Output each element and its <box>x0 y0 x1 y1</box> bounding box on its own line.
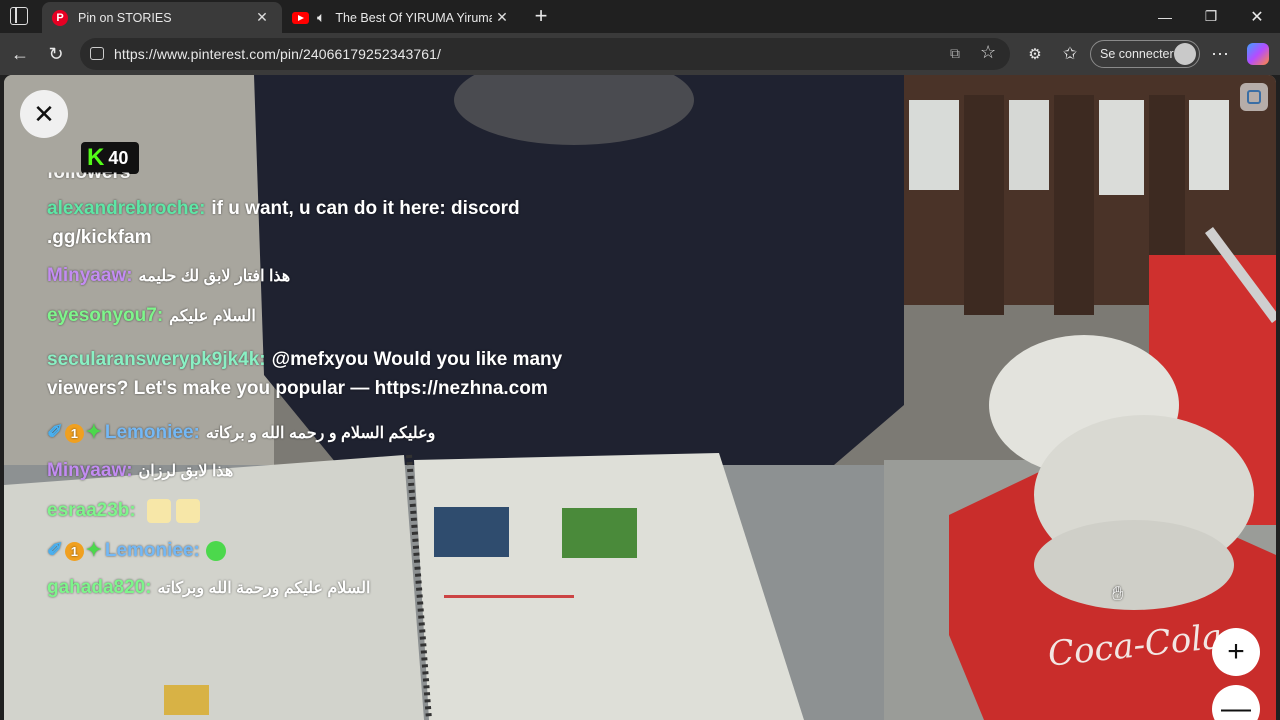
tab-title: Pin on STORIES <box>78 10 172 25</box>
gem-badge-icon: ✦ <box>85 540 102 561</box>
chat-username: esraa23b: <box>47 500 136 522</box>
close-tab-icon[interactable]: ✕ <box>492 9 512 26</box>
emote-icon <box>147 499 172 523</box>
tab-strip: P Pin on STORIES ✕ 🔈︎ The Best Of YIRUMA… <box>0 0 1280 33</box>
tab-pinterest[interactable]: P Pin on STORIES ✕ <box>42 2 282 33</box>
chat-text: viewers? Let's make you popular — https:… <box>47 378 548 399</box>
visual-search-button[interactable] <box>1240 83 1268 111</box>
hand-cursor-icon: ✋︎ <box>1112 583 1124 605</box>
chat-message: gahada820: السلام عليكم ورحمة الله وبركات… <box>47 577 370 599</box>
favorite-star-icon[interactable]: ☆ <box>980 42 996 63</box>
close-window-button[interactable]: ✕ <box>1234 0 1280 33</box>
copilot-icon[interactable] <box>1247 43 1269 65</box>
chat-message-continued: viewers? Let's make you popular — https:… <box>47 378 548 400</box>
youtube-icon <box>292 11 309 24</box>
favorites-icon[interactable]: ✩ <box>1055 39 1085 69</box>
zoom-in-button[interactable]: + <box>1212 628 1260 676</box>
new-tab-button[interactable]: + <box>530 3 552 28</box>
chat-username: secularanswerypk9jk4k: <box>47 349 266 370</box>
plus-icon: + <box>1227 635 1245 668</box>
chat-message: esraa23b: <box>47 499 201 523</box>
chat-username: Lemoniee: <box>104 540 200 561</box>
chat-username: Minyaaw: <box>47 460 133 481</box>
sign-in-button[interactable]: Se connecter <box>1090 40 1200 68</box>
chat-message: eyesonyou7: السلام عليكم <box>47 305 256 327</box>
chat-message: followers <box>47 162 130 184</box>
chat-message: alexandrebroche: if u want, u can do it h… <box>47 198 520 220</box>
chat-text: if u want, u can do it here: discord <box>211 198 520 219</box>
chat-text: .gg/kickfam <box>47 227 152 248</box>
back-button[interactable]: ← <box>5 39 35 69</box>
sword-badge-icon: ✐ <box>47 540 63 561</box>
sword-badge-icon: ✐ <box>47 422 63 443</box>
toolbar: ← ↻ https://www.pinterest.com/pin/240661… <box>0 33 1280 75</box>
chat-message: ✐ 1 ✦ Lemoniee: <box>47 539 226 562</box>
chat-username: alexandrebroche: <box>47 198 206 219</box>
chat-username: Lemoniee: <box>104 422 200 443</box>
extensions-icon[interactable]: ⚙ <box>1020 39 1050 69</box>
chat-text: السلام عليكم ورحمة الله وبركاته <box>157 580 371 597</box>
rank-badge-icon: 1 <box>64 542 84 561</box>
chat-username: gahada820: <box>47 577 152 598</box>
gem-badge-icon: ✦ <box>85 422 102 443</box>
more-menu-icon[interactable]: ⋯ <box>1205 39 1235 69</box>
chat-text: وعليكم السلام و رحمه الله و بركاته <box>205 425 436 442</box>
speaker-icon[interactable]: 🔈︎ <box>317 9 325 26</box>
chat-message-continued: .gg/kickfam <box>47 227 152 249</box>
url-text: https://www.pinterest.com/pin/2406617925… <box>114 46 442 62</box>
close-icon: ✕ <box>33 98 55 129</box>
chat-username: Minyaaw: <box>47 265 133 286</box>
profile-avatar-icon <box>1174 43 1196 65</box>
pin-viewer: Coca-Cola ✕ K 40 followers alexandrebroc… <box>4 75 1276 720</box>
chat-username: eyesonyou7: <box>47 305 164 326</box>
smile-emote-icon <box>205 540 226 561</box>
close-tab-icon[interactable]: ✕ <box>252 9 272 26</box>
tab-title: The Best Of YIRUMA Yiruma' <box>335 10 492 25</box>
sign-in-label: Se connecter <box>1100 47 1174 61</box>
chat-message: Minyaaw: هذا لابق لرزان <box>47 460 233 482</box>
chat-message: Minyaaw: هذا افتار لابق لك حليمه <box>47 265 290 287</box>
pinterest-icon: P <box>52 9 68 26</box>
tab-actions-icon[interactable] <box>10 7 28 25</box>
open-in-app-icon[interactable]: ⧉ <box>950 45 960 62</box>
minus-icon: — <box>1221 692 1251 720</box>
close-pin-button[interactable]: ✕ <box>20 90 68 138</box>
emote-icon <box>176 499 201 523</box>
chat-text: هذا لابق لرزان <box>138 463 234 480</box>
restore-button[interactable]: ❐ <box>1188 0 1234 33</box>
chat-message: secularanswerypk9jk4k: @mefxyou Would you… <box>47 349 562 371</box>
chat-text: @mefxyou Would you like many <box>271 349 563 370</box>
visual-search-icon <box>1247 90 1261 104</box>
minimize-button[interactable]: — <box>1142 0 1188 33</box>
rank-badge-icon: 1 <box>64 424 84 443</box>
chat-message: ✐ 1 ✦ Lemoniee: وعليكم السلام و رحمه الله و … <box>47 421 435 444</box>
site-info-icon[interactable] <box>90 47 104 60</box>
refresh-button[interactable]: ↻ <box>41 39 71 69</box>
chat-text: هذا افتار لابق لك حليمه <box>138 268 291 285</box>
chat-text: السلام عليكم <box>169 308 256 325</box>
tab-youtube[interactable]: 🔈︎ The Best Of YIRUMA Yiruma' ✕ <box>282 2 522 33</box>
chat-partial-text: followers <box>47 162 131 184</box>
address-bar[interactable]: https://www.pinterest.com/pin/2406617925… <box>80 38 1010 70</box>
